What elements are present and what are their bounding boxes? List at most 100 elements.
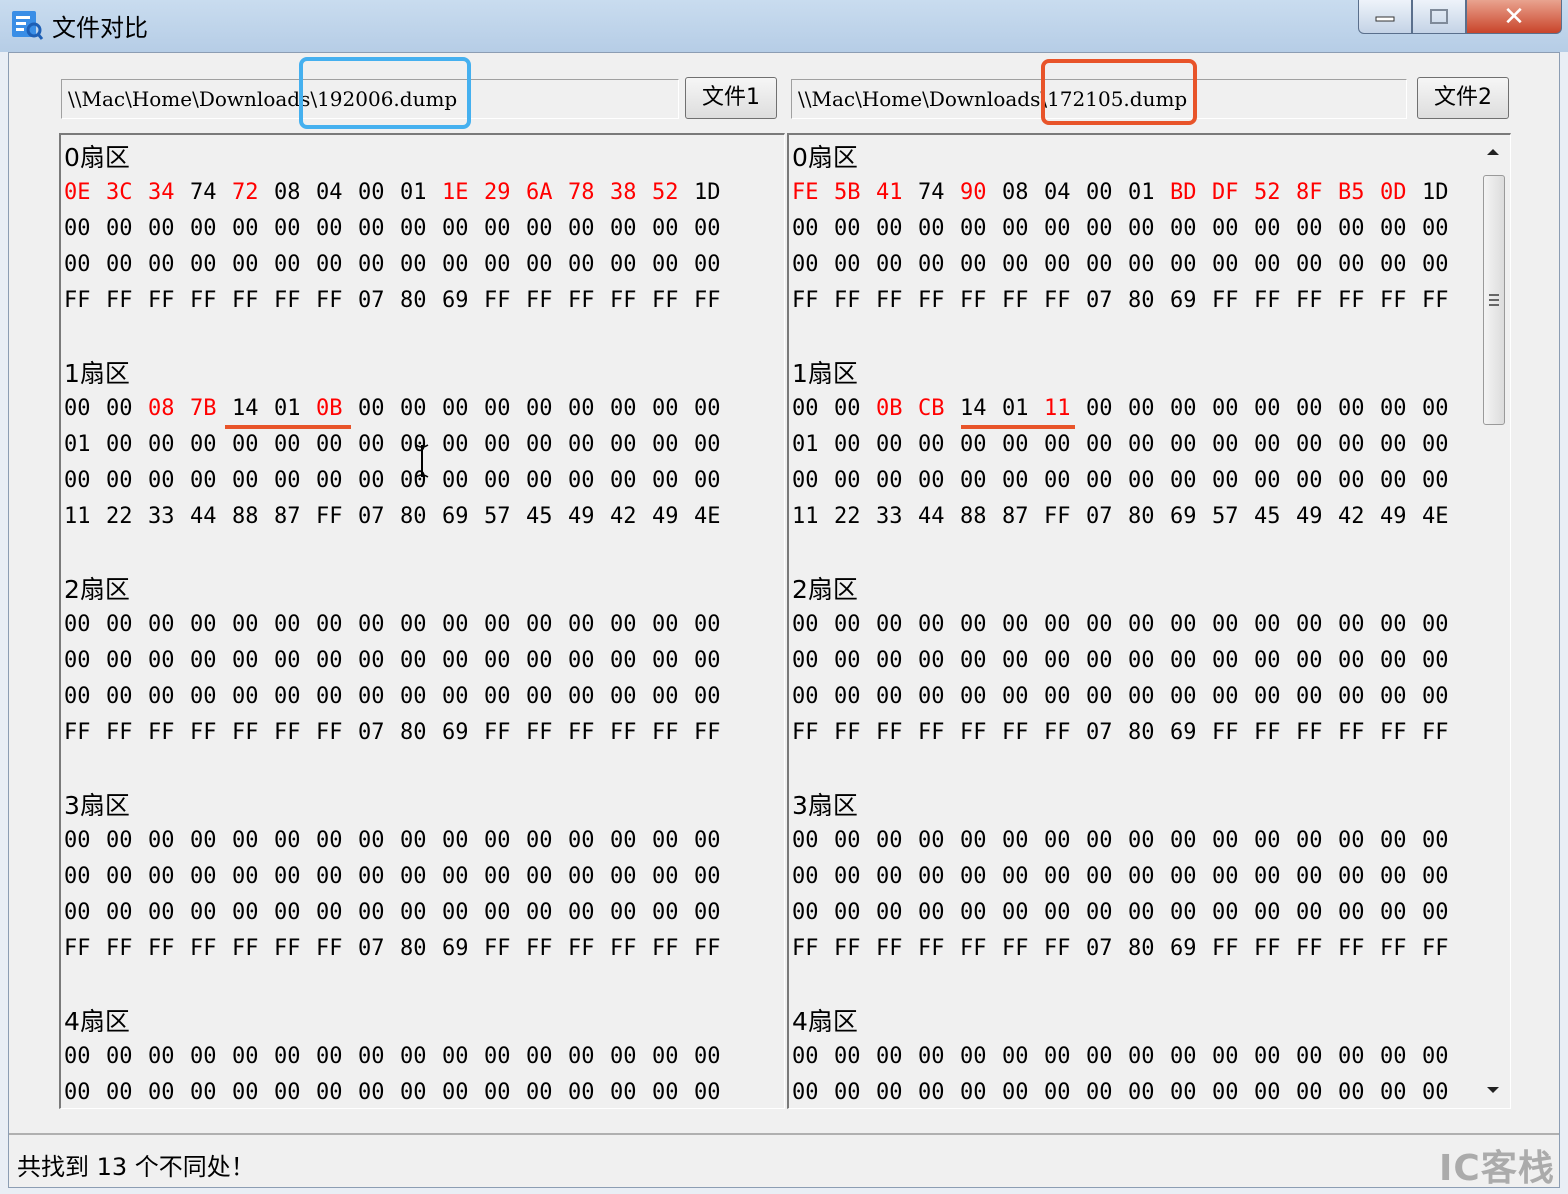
hex-byte: 1D (1422, 180, 1449, 205)
hex-byte: 00 (960, 864, 987, 889)
hex-byte: 00 (1296, 396, 1323, 421)
title-bar[interactable]: 文件对比 ✕ (0, 0, 1568, 52)
hex-byte: 00 (1002, 828, 1029, 853)
hex-byte: 00 (148, 1044, 175, 1069)
hex-byte: 44 (918, 504, 945, 529)
hex-byte: 00 (652, 684, 679, 709)
hex-byte: 00 (358, 648, 385, 673)
hex-byte: 00 (834, 216, 861, 241)
hex-byte: 00 (232, 1080, 259, 1105)
hex-byte-diff: 52 (1254, 180, 1281, 205)
hex-byte: 00 (568, 864, 595, 889)
hex-byte: 00 (1002, 1080, 1029, 1105)
hex-byte: 87 (274, 504, 301, 529)
right-panel-scrollbar[interactable] (1477, 135, 1509, 1107)
hex-byte: 00 (358, 828, 385, 853)
hex-byte: 00 (876, 648, 903, 673)
right-hex-panel[interactable]: 0扇区 FE 5B 41 74 90 08 04 00 01 BD DF 52 8F B5 0D 1D 00 00 0… (787, 133, 1511, 1109)
hex-byte: 00 (64, 1044, 91, 1069)
hex-byte: 00 (64, 648, 91, 673)
scroll-down-button[interactable] (1477, 1073, 1509, 1107)
hex-byte: 00 (652, 216, 679, 241)
hex-byte: FF (316, 504, 343, 529)
hex-byte: 00 (484, 648, 511, 673)
sector-spacer (64, 751, 736, 787)
hex-byte: 00 (1254, 216, 1281, 241)
hex-byte: 00 (1296, 612, 1323, 637)
hex-byte: FF (1338, 288, 1365, 313)
hex-byte: 00 (1212, 864, 1239, 889)
hex-byte-diff: 34 (148, 180, 175, 205)
hex-row: 0E 3C 34 74 72 08 04 00 01 1E 29 6A 78 38 52 1D (64, 175, 736, 211)
hex-byte: 00 (1380, 648, 1407, 673)
hex-row: 00 00 00 00 00 00 00 00 00 00 00 00 00 00 00 00 (792, 679, 1464, 715)
hex-byte: 00 (274, 612, 301, 637)
hex-byte: 07 (1086, 720, 1113, 745)
hex-byte: 00 (918, 252, 945, 277)
hex-byte: 00 (918, 1080, 945, 1105)
hex-byte: 42 (610, 504, 637, 529)
hex-byte: 00 (876, 432, 903, 457)
hex-byte: 00 (400, 900, 427, 925)
hex-byte: 00 (1380, 396, 1407, 421)
hex-byte: 00 (1254, 432, 1281, 457)
hex-byte: 00 (792, 396, 819, 421)
hex-byte: 00 (1002, 432, 1029, 457)
hex-byte: 00 (1212, 900, 1239, 925)
hex-byte: 00 (1128, 216, 1155, 241)
hex-byte: 00 (1044, 1080, 1071, 1105)
hex-byte: 00 (918, 1044, 945, 1069)
close-button[interactable]: ✕ (1466, 0, 1562, 34)
hex-byte: 00 (694, 684, 721, 709)
hex-byte: 80 (1128, 288, 1155, 313)
hex-byte: 00 (876, 216, 903, 241)
status-text: 共找到 13 个不同处！ (17, 1153, 255, 1181)
hex-byte: FF (694, 720, 721, 745)
hex-byte: 69 (1170, 936, 1197, 961)
hex-byte: 00 (148, 216, 175, 241)
hex-byte: 00 (316, 216, 343, 241)
hex-byte: FF (694, 288, 721, 313)
hex-byte: 00 (1296, 252, 1323, 277)
hex-byte-diff: 1E (442, 180, 469, 205)
hex-byte: 00 (1338, 1080, 1365, 1105)
hex-row: 00 00 00 00 00 00 00 00 00 00 00 00 00 00 00 00 (64, 607, 736, 643)
hex-byte: 00 (652, 396, 679, 421)
hex-byte: 00 (190, 828, 217, 853)
hex-byte-diff: BD (1170, 180, 1197, 205)
hex-byte: 00 (106, 1044, 133, 1069)
hex-byte: 49 (1296, 504, 1323, 529)
hex-byte: 80 (400, 720, 427, 745)
hex-byte: 00 (1086, 180, 1113, 205)
hex-row: 00 00 00 00 00 00 00 00 00 00 00 00 00 00 00 00 (64, 1075, 736, 1108)
hex-byte: 00 (1380, 432, 1407, 457)
left-hex-panel[interactable]: 0扇区 0E 3C 34 74 72 08 04 00 01 1E 29 6A 78 38 52 1D 00 00 0… (59, 133, 785, 1109)
hex-byte: 00 (484, 684, 511, 709)
hex-byte: 00 (526, 612, 553, 637)
hex-byte: FF (1296, 720, 1323, 745)
hex-byte: 00 (442, 252, 469, 277)
minimize-button[interactable] (1358, 0, 1412, 34)
hex-byte: 00 (792, 468, 819, 493)
hex-byte: 00 (1170, 864, 1197, 889)
hex-row: 00 00 00 00 00 00 00 00 00 00 00 00 00 00 00 00 (64, 643, 736, 679)
hex-byte: 14 (960, 396, 987, 421)
hex-byte-diff: 6A (526, 180, 553, 205)
hex-byte: 69 (442, 936, 469, 961)
hex-byte: 00 (1212, 396, 1239, 421)
scroll-thumb[interactable] (1483, 175, 1505, 425)
hex-byte: 00 (876, 252, 903, 277)
file2-button[interactable]: 文件2 (1417, 77, 1509, 119)
hex-byte: 00 (1128, 828, 1155, 853)
hex-byte: 80 (1128, 936, 1155, 961)
maximize-button[interactable] (1412, 0, 1466, 34)
hex-byte: 00 (792, 684, 819, 709)
file1-button[interactable]: 文件1 (685, 77, 777, 119)
hex-byte: 00 (834, 828, 861, 853)
hex-byte: 00 (610, 396, 637, 421)
scroll-up-button[interactable] (1477, 135, 1509, 169)
hex-byte: 00 (316, 1080, 343, 1105)
hex-byte: 44 (190, 504, 217, 529)
close-icon: ✕ (1503, 1, 1525, 32)
hex-byte: FF (792, 288, 819, 313)
